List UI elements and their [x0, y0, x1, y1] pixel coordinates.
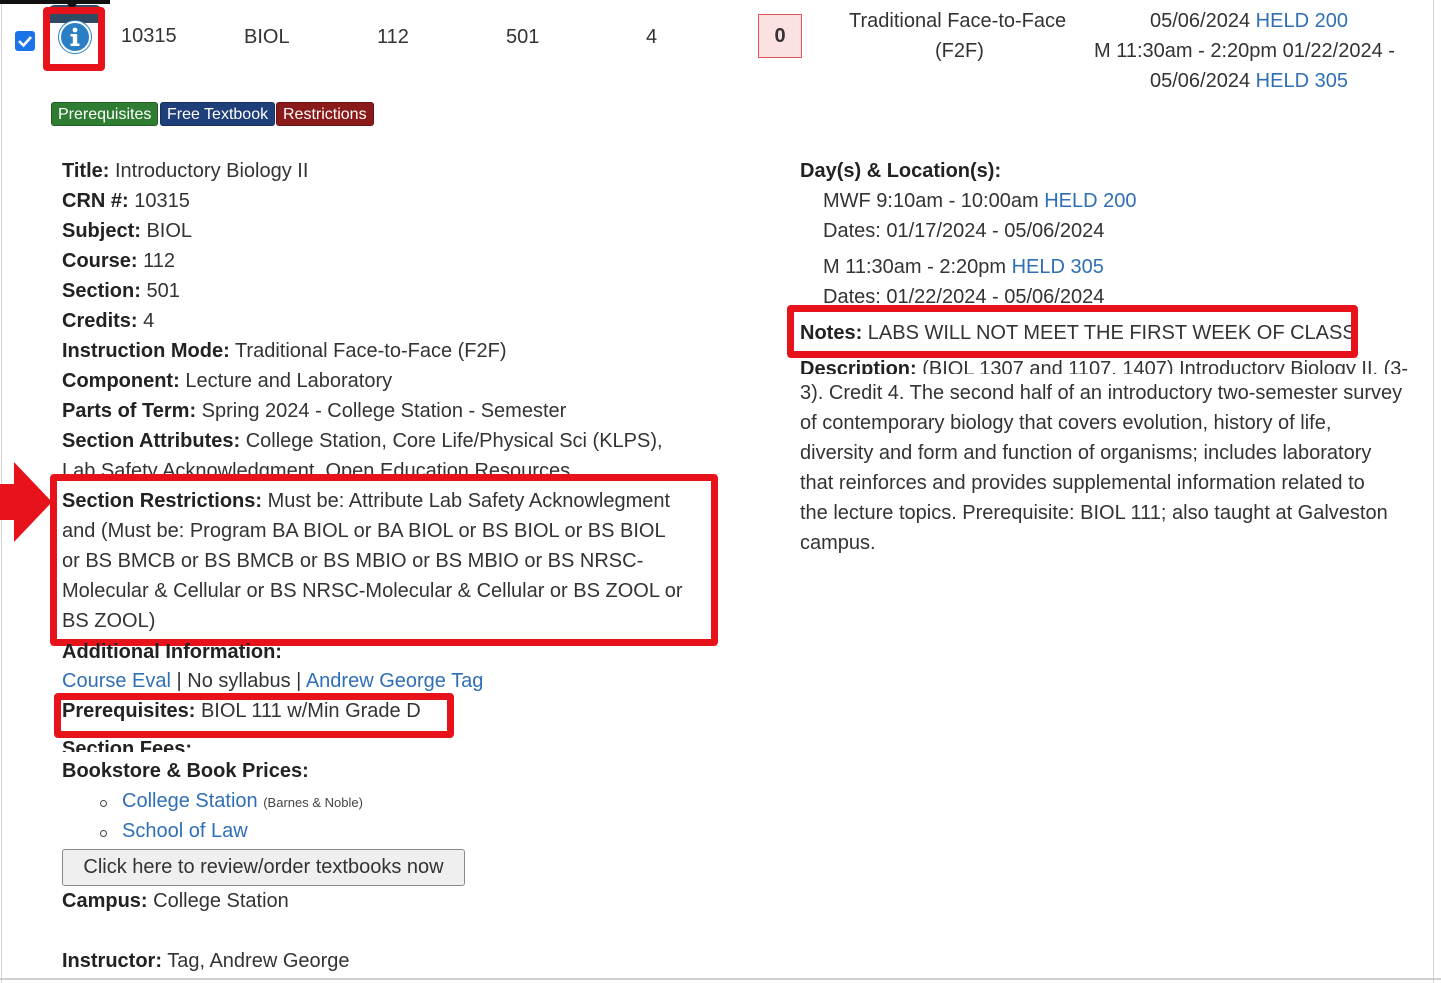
row-schedule-line2: M 11:30am - 2:20pm 01/22/2024 -	[1094, 40, 1395, 62]
detail-section: Section: 501	[62, 280, 180, 302]
red-arrow-icon	[0, 462, 52, 542]
row-credits: 4	[646, 26, 658, 48]
detail-campus: Campus: College Station	[62, 890, 289, 912]
description-line6: the lecture topics. Prerequisite: BIOL 1…	[800, 502, 1388, 524]
select-checkbox[interactable]	[15, 31, 35, 51]
row-schedule-line3: 05/06/2024 HELD 305	[1150, 70, 1348, 93]
row-section: 501	[506, 26, 540, 48]
highlight-notes	[787, 305, 1358, 358]
detail-additional-info-label: Additional Information:	[62, 641, 282, 661]
syllabus-text: | No syllabus |	[170, 670, 306, 692]
description-line3: of contemporary biology that covers evol…	[800, 412, 1332, 434]
description: Description: (BIOL 1307 and 1107, 1407) …	[800, 358, 1409, 374]
detail-component: Component: Lecture and Laboratory	[62, 370, 393, 392]
row-mode-line2: (F2F)	[935, 40, 984, 62]
meeting1-room-link[interactable]: HELD 200	[1044, 190, 1136, 212]
panel-bottom-divider	[0, 978, 1441, 980]
school-of-law-link[interactable]: School of Law	[122, 820, 248, 842]
detail-section-attributes-line2: Lab Safety Acknowledgment, Open Educatio…	[62, 460, 571, 474]
instructor-link[interactable]: Andrew George Tag	[306, 670, 484, 692]
tooltip-edge	[0, 0, 110, 4]
detail-section-attributes: Section Attributes: College Station, Cor…	[62, 430, 663, 452]
bookstore-college-station: College Station (Barnes & Noble)	[122, 790, 363, 813]
bullet-icon	[100, 800, 107, 807]
bullet-icon	[100, 830, 107, 837]
highlight-section-restrictions	[50, 474, 718, 646]
review-textbooks-button[interactable]: Click here to review/order textbooks now	[62, 849, 465, 886]
detail-course: Course: 112	[62, 250, 176, 272]
meeting1-time: MWF 9:10am - 10:00am HELD 200	[823, 190, 1137, 212]
seats-available-badge: 0	[758, 14, 802, 58]
tag-prerequisites[interactable]: Prerequisites	[51, 102, 159, 126]
detail-instruction-mode: Instruction Mode: Traditional Face-to-Fa…	[62, 340, 507, 362]
detail-parts-of-term: Parts of Term: Spring 2024 - College Sta…	[62, 400, 567, 422]
row-course: 112	[377, 26, 409, 48]
bookstore-school-of-law: School of Law	[122, 820, 248, 843]
panel-right-border	[1433, 0, 1434, 983]
detail-title: Title: Introductory Biology II	[62, 160, 309, 182]
meeting2-time: M 11:30am - 2:20pm HELD 305	[823, 256, 1104, 278]
detail-bookstore-label: Bookstore & Book Prices:	[62, 760, 309, 782]
sched1-room-link[interactable]: HELD 200	[1256, 10, 1348, 32]
highlight-prerequisites	[54, 693, 454, 738]
description-line5: that reinforces and provides supplementa…	[800, 472, 1365, 494]
tag-free-textbook[interactable]: Free Textbook	[160, 102, 276, 126]
barnes-noble-note: (Barnes & Noble)	[263, 795, 363, 810]
tag-restrictions[interactable]: Restrictions	[276, 102, 374, 126]
row-schedule-line1: 05/06/2024 HELD 200	[1150, 10, 1348, 33]
row-crn: 10315	[121, 25, 177, 47]
course-eval-link[interactable]: Course Eval	[62, 670, 171, 692]
row-mode-line1: Traditional Face-to-Face	[849, 10, 1067, 32]
meeting2-dates: Dates: 01/22/2024 - 05/06/2024	[823, 286, 1105, 306]
additional-info-links: Course Eval | No syllabus | Andrew Georg…	[62, 670, 483, 693]
college-station-link[interactable]: College Station	[122, 790, 258, 812]
detail-credits: Credits: 4	[62, 310, 155, 332]
detail-instructor: Instructor: Tag, Andrew George	[62, 950, 350, 972]
row-subject: BIOL	[244, 26, 290, 48]
days-locations-label: Day(s) & Location(s):	[800, 160, 1002, 182]
meeting1-dates: Dates: 01/17/2024 - 05/06/2024	[823, 220, 1105, 242]
description-line7: campus.	[800, 532, 876, 554]
description-line2: 3). Credit 4. The second half of an intr…	[800, 382, 1403, 404]
sched3-dates: 05/06/2024	[1150, 70, 1251, 92]
detail-subject: Subject: BIOL	[62, 220, 193, 242]
detail-section-fees: Section Fees:	[62, 738, 193, 752]
highlight-info-icon	[43, 7, 105, 71]
detail-crn: CRN #: 10315	[62, 190, 190, 212]
sched1-dates: 05/06/2024	[1150, 10, 1251, 32]
description-line4: diversity and form and function of organ…	[800, 442, 1372, 464]
seats-value: 0	[774, 24, 786, 47]
sched3-room-link[interactable]: HELD 305	[1256, 70, 1348, 92]
meeting2-room-link[interactable]: HELD 305	[1012, 256, 1104, 278]
